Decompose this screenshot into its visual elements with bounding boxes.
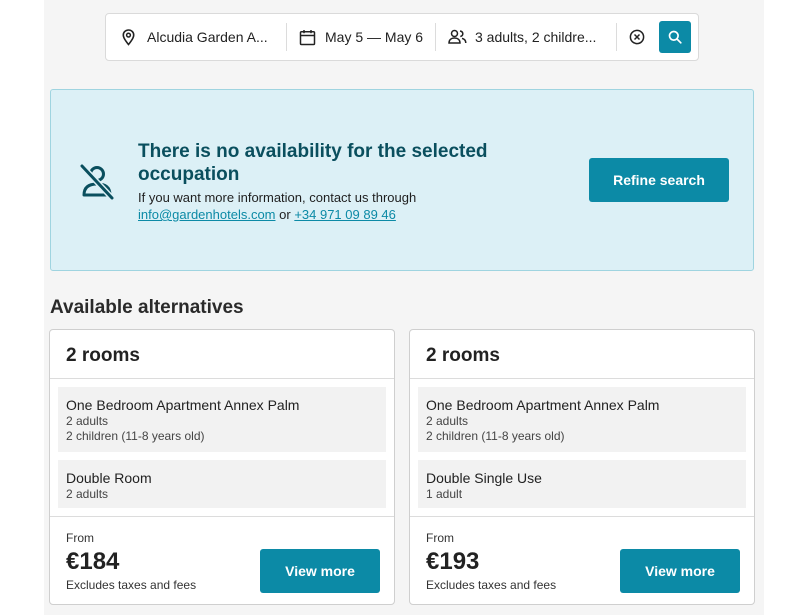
contact-email-link[interactable]: info@gardenhotels.com	[138, 207, 276, 222]
room-occupancy: 2 children (11-8 years old)	[66, 429, 205, 443]
alert-title: There is no availability for the selecte…	[138, 141, 488, 185]
taxes-note: Excludes taxes and fees	[66, 578, 197, 592]
guests-selector[interactable]: 3 adults, 2 childre...	[436, 14, 616, 60]
dates-value: May 5 — May 6	[325, 29, 424, 45]
room-item: Double Room 2 adults	[58, 460, 386, 508]
clear-search-button[interactable]	[617, 14, 657, 60]
view-more-button[interactable]: View more	[260, 549, 380, 593]
room-item: Double Single Use 1 adult	[418, 460, 746, 508]
alert-body: If you want more information, contact us…	[138, 189, 528, 223]
view-more-button[interactable]: View more	[620, 549, 740, 593]
no-availability-alert: There is no availability for the selecte…	[50, 89, 754, 271]
room-occupancy: 2 adults	[66, 487, 109, 501]
room-name: Double Single Use	[426, 470, 542, 486]
room-occupancy: 2 adults	[426, 414, 469, 428]
hotel-selector[interactable]: Alcudia Garden A...	[106, 14, 286, 60]
room-name: Double Room	[66, 470, 152, 486]
search-button[interactable]	[659, 21, 691, 53]
guests-icon	[448, 29, 467, 44]
room-name: One Bedroom Apartment Annex Palm	[66, 397, 300, 413]
calendar-icon	[299, 29, 316, 45]
card-footer: From €193 Excludes taxes and fees View m…	[410, 516, 754, 605]
room-occupancy: 1 adult	[426, 487, 463, 501]
alert-or-text: or	[279, 207, 291, 222]
price-from-label: From	[66, 531, 94, 545]
taxes-note: Excludes taxes and fees	[426, 578, 557, 592]
location-pin-icon	[122, 28, 135, 46]
room-occupancy: 2 adults	[66, 414, 109, 428]
clear-circle-icon	[629, 29, 645, 45]
price-value: €193	[426, 548, 480, 575]
search-bar: Alcudia Garden A... May 5 — May 6 3 adul…	[105, 13, 699, 61]
alert-body-text: If you want more information, contact us…	[138, 190, 417, 205]
room-item: One Bedroom Apartment Annex Palm 2 adult…	[58, 387, 386, 452]
alert-text: There is no availability for the selecte…	[138, 140, 528, 223]
price-from-label: From	[426, 531, 454, 545]
alternative-card: 2 rooms One Bedroom Apartment Annex Palm…	[409, 329, 755, 605]
no-person-icon	[79, 163, 115, 201]
refine-search-button[interactable]: Refine search	[589, 158, 729, 202]
alternatives-heading: Available alternatives	[50, 297, 244, 318]
room-item: One Bedroom Apartment Annex Palm 2 adult…	[418, 387, 746, 452]
card-title: 2 rooms	[410, 330, 754, 379]
room-occupancy: 2 children (11-8 years old)	[426, 429, 565, 443]
alternative-card: 2 rooms One Bedroom Apartment Annex Palm…	[49, 329, 395, 605]
card-title: 2 rooms	[50, 330, 394, 379]
guests-value: 3 adults, 2 childre...	[475, 29, 597, 45]
search-icon	[668, 30, 682, 44]
dates-selector[interactable]: May 5 — May 6	[287, 14, 435, 60]
hotel-name: Alcudia Garden A...	[147, 29, 268, 45]
card-footer: From €184 Excludes taxes and fees View m…	[50, 516, 394, 605]
room-name: One Bedroom Apartment Annex Palm	[426, 397, 660, 413]
contact-phone-link[interactable]: +34 971 09 89 46	[294, 207, 396, 222]
price-value: €184	[66, 548, 120, 575]
